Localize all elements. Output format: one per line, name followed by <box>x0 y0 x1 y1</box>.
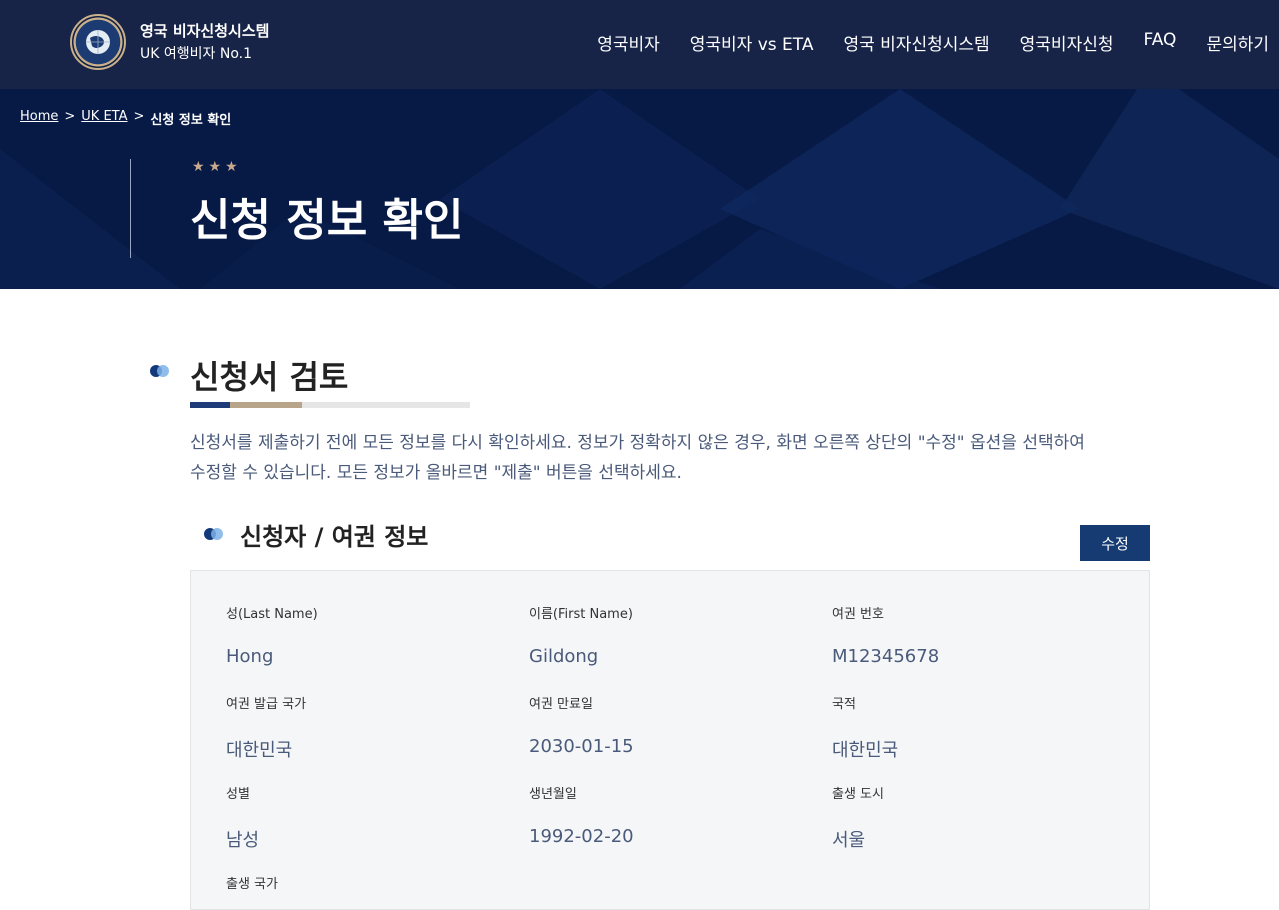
field-label-passport-expiry: 여권 만료일 <box>529 697 593 712</box>
breadcrumb-home-link[interactable]: Home <box>20 109 58 128</box>
field-value-issuing-country: 대한민국 <box>226 740 293 761</box>
bullet-dots-icon <box>150 365 170 377</box>
field-value-birth-date: 1992-02-20 <box>529 826 634 847</box>
brand-title[interactable]: 영국 비자신청시스템 <box>140 20 269 41</box>
nav-item-contact[interactable]: 문의하기 <box>1206 30 1269 55</box>
field-label-issuing-country: 여권 발급 국가 <box>226 697 307 712</box>
nav-item-uk-visa[interactable]: 영국비자 <box>597 30 660 55</box>
bullet-dots-icon <box>204 528 224 540</box>
applicant-info-panel: 성(Last Name) Hong 이름(First Name) Gildong… <box>190 570 1150 910</box>
field-label-birth-date: 생년월일 <box>529 787 577 802</box>
field-label-last-name: 성(Last Name) <box>226 607 318 622</box>
breadcrumb-separator: > <box>133 109 145 124</box>
field-label-birth-country: 출생 국가 <box>226 877 278 892</box>
section-title: 신청서 검토 <box>190 358 349 396</box>
top-navbar: 영국 비자신청시스템 UK 여행비자 No.1 영국비자 영국비자 vs ETA… <box>0 0 1279 89</box>
field-value-passport-expiry: 2030-01-15 <box>529 736 634 757</box>
field-value-birth-city: 서울 <box>832 830 866 851</box>
nav-item-visa-apply[interactable]: 영국비자신청 <box>1020 30 1114 55</box>
hero-divider <box>130 159 131 258</box>
hero-banner: Home > UK ETA > 신청 정보 확인 ★★★ 신청 정보 확인 <box>0 89 1279 289</box>
nav-item-visa-system[interactable]: 영국 비자신청시스템 <box>843 30 989 55</box>
nav-item-visa-vs-eta[interactable]: 영국비자 vs ETA <box>690 30 814 55</box>
logo-emblem-icon[interactable] <box>70 14 126 70</box>
field-value-nationality: 대한민국 <box>832 740 899 761</box>
page-title: 신청 정보 확인 <box>190 195 464 246</box>
section-underline <box>190 402 470 408</box>
description-line: 수정할 수 있습니다. 모든 정보가 올바르면 "제출" 버튼을 선택하세요. <box>190 463 682 483</box>
breadcrumb-current: 신청 정보 확인 <box>150 113 232 128</box>
field-value-first-name: Gildong <box>529 646 599 667</box>
section-description: 신청서를 제출하기 전에 모든 정보를 다시 확인하세요. 정보가 정확하지 않… <box>190 428 1150 488</box>
field-label-nationality: 국적 <box>832 697 856 712</box>
breadcrumb-uk-eta-link[interactable]: UK ETA <box>81 109 127 128</box>
brand-subtitle[interactable]: UK 여행비자 No.1 <box>140 43 252 63</box>
field-label-first-name: 이름(First Name) <box>529 607 633 622</box>
field-value-last-name: Hong <box>226 646 274 667</box>
field-label-gender: 성별 <box>226 787 250 802</box>
description-line: 신청서를 제출하기 전에 모든 정보를 다시 확인하세요. 정보가 정확하지 않… <box>190 433 1085 453</box>
edit-button[interactable]: 수정 <box>1080 525 1150 561</box>
star-icon: ★★★ <box>192 159 242 175</box>
applicant-section-title: 신청자 / 여권 정보 <box>240 523 429 551</box>
main-nav: 영국비자 영국비자 vs ETA 영국 비자신청시스템 영국비자신청 FAQ 문… <box>597 30 1269 55</box>
field-value-gender: 남성 <box>226 830 260 851</box>
breadcrumb: Home > UK ETA > 신청 정보 확인 <box>20 109 231 128</box>
breadcrumb-separator: > <box>64 109 76 124</box>
field-label-passport-number: 여권 번호 <box>832 607 884 622</box>
field-value-passport-number: M12345678 <box>832 646 940 667</box>
nav-item-faq[interactable]: FAQ <box>1144 30 1177 55</box>
field-label-birth-city: 출생 도시 <box>832 787 884 802</box>
